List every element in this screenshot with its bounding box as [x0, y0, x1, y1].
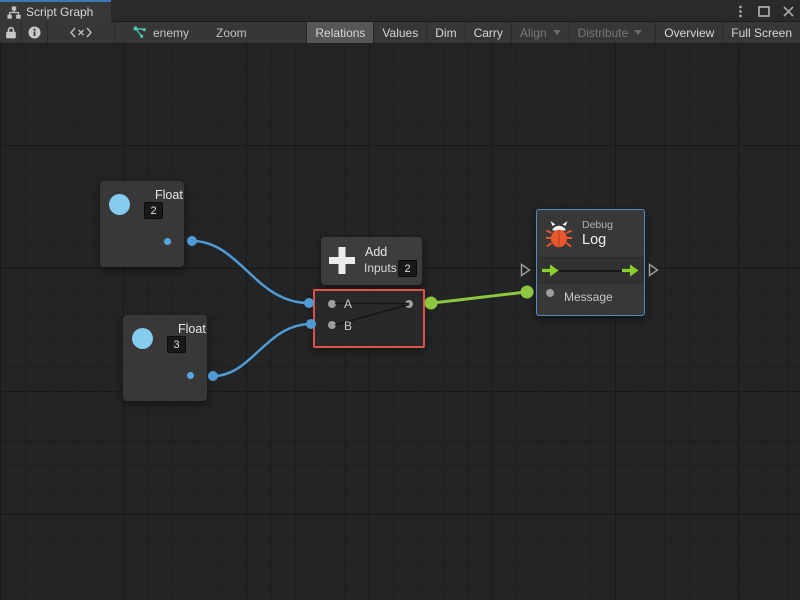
button-label: Relations — [315, 26, 365, 40]
toolbar-button-align[interactable]: Align — [511, 22, 569, 43]
title-bar: Script Graph — [0, 0, 800, 22]
add-plus-icon — [328, 245, 356, 276]
node-float-3[interactable]: Float 3 — [123, 315, 207, 401]
flow-output-arrow-icon[interactable] — [622, 264, 639, 277]
node-title: Add — [365, 245, 387, 259]
wire-endpoint-dot — [208, 371, 218, 381]
float-value-field[interactable]: 2 — [144, 202, 163, 219]
port-label-a: A — [344, 297, 352, 311]
float-value-field[interactable]: 3 — [167, 336, 186, 353]
float-value-icon — [132, 328, 153, 349]
node-float-2[interactable]: Float 2 — [100, 181, 184, 267]
window-controls — [732, 0, 796, 22]
relation-lines — [315, 291, 423, 346]
window-menu-button[interactable] — [732, 3, 748, 19]
toolbar-button-overview[interactable]: Overview — [655, 22, 722, 43]
button-label: Overview — [664, 26, 714, 40]
float-output-port[interactable] — [164, 238, 171, 245]
toolbar-button-fullscreen[interactable]: Full Screen — [722, 22, 800, 43]
message-input-port[interactable] — [546, 289, 554, 297]
toolbar-button-relations[interactable]: Relations — [306, 22, 373, 43]
toolbar-button-values[interactable]: Values — [373, 22, 426, 43]
node-category: Debug — [582, 219, 613, 231]
button-label: Full Screen — [731, 26, 792, 40]
chevron-down-icon — [634, 30, 642, 35]
float-value-icon — [109, 194, 130, 215]
button-label: Carry — [474, 26, 503, 40]
external-flow-in-triangle-icon[interactable] — [520, 263, 531, 277]
graph-hierarchy-icon — [7, 6, 21, 19]
bug-icon — [546, 219, 572, 248]
maximize-button[interactable] — [756, 3, 772, 19]
node-add-header[interactable]: Add Inputs 2 — [321, 237, 422, 285]
tab-script-graph[interactable]: Script Graph — [0, 0, 111, 22]
lock-icon — [5, 26, 17, 39]
wire-endpoint-dot — [187, 236, 197, 246]
maximize-icon — [758, 6, 770, 17]
close-icon — [783, 6, 794, 17]
node-title: Float — [178, 322, 206, 336]
toolbar-button-dim[interactable]: Dim — [426, 22, 464, 43]
wire-add-to-message[interactable] — [431, 292, 527, 303]
flow-input-arrow-icon[interactable] — [542, 264, 559, 277]
lock-button[interactable] — [0, 22, 22, 43]
toolbar-button-distribute[interactable]: Distribute — [569, 22, 651, 43]
wire-float2-to-add-a[interactable] — [192, 241, 309, 303]
wire-endpoint-dot — [425, 297, 438, 310]
close-button[interactable] — [780, 3, 796, 19]
add-inputs-count-field[interactable]: 2 — [398, 260, 417, 277]
button-label: Values — [382, 26, 418, 40]
kebab-menu-icon — [739, 5, 742, 18]
button-label: Distribute — [578, 26, 629, 40]
zoom-label: Zoom — [216, 26, 247, 40]
graph-toolbar: enemy Zoom 1x Relations Values Dim Carry… — [0, 22, 800, 44]
toolbar-toggle-group: Relations Values Dim Carry Align Distrib… — [306, 22, 800, 43]
toolbar-button-carry[interactable]: Carry — [465, 22, 511, 43]
script-graph-window: Script Graph — [0, 0, 800, 600]
info-icon — [28, 26, 41, 39]
code-icon — [70, 27, 92, 38]
node-title: Log — [582, 232, 606, 248]
flow-relation-line — [559, 270, 623, 272]
node-add-ports-selected[interactable]: A B — [313, 289, 425, 348]
chevron-down-icon — [553, 30, 561, 35]
float-output-port[interactable] — [187, 372, 194, 379]
wire-float3-to-add-b[interactable] — [213, 324, 311, 376]
graph-canvas[interactable]: Float 2 Float 3 Add Inputs 2 — [0, 44, 800, 600]
graph-breadcrumb[interactable]: enemy — [133, 22, 189, 43]
message-port-label: Message — [564, 290, 613, 304]
port-label-b: B — [344, 319, 352, 333]
code-view-button[interactable] — [48, 22, 115, 43]
embed-graph-icon — [133, 26, 147, 39]
button-label: Align — [520, 26, 547, 40]
external-flow-out-triangle-icon[interactable] — [648, 263, 659, 277]
tab-title: Script Graph — [26, 5, 93, 19]
wire-endpoint-dot — [521, 286, 534, 299]
info-button[interactable] — [22, 22, 48, 43]
inputs-label: Inputs — [364, 261, 397, 275]
graph-name: enemy — [153, 26, 189, 40]
node-debug-log-selected[interactable]: Debug Log Message — [536, 209, 645, 316]
button-label: Dim — [435, 26, 456, 40]
node-title: Float — [155, 188, 183, 202]
